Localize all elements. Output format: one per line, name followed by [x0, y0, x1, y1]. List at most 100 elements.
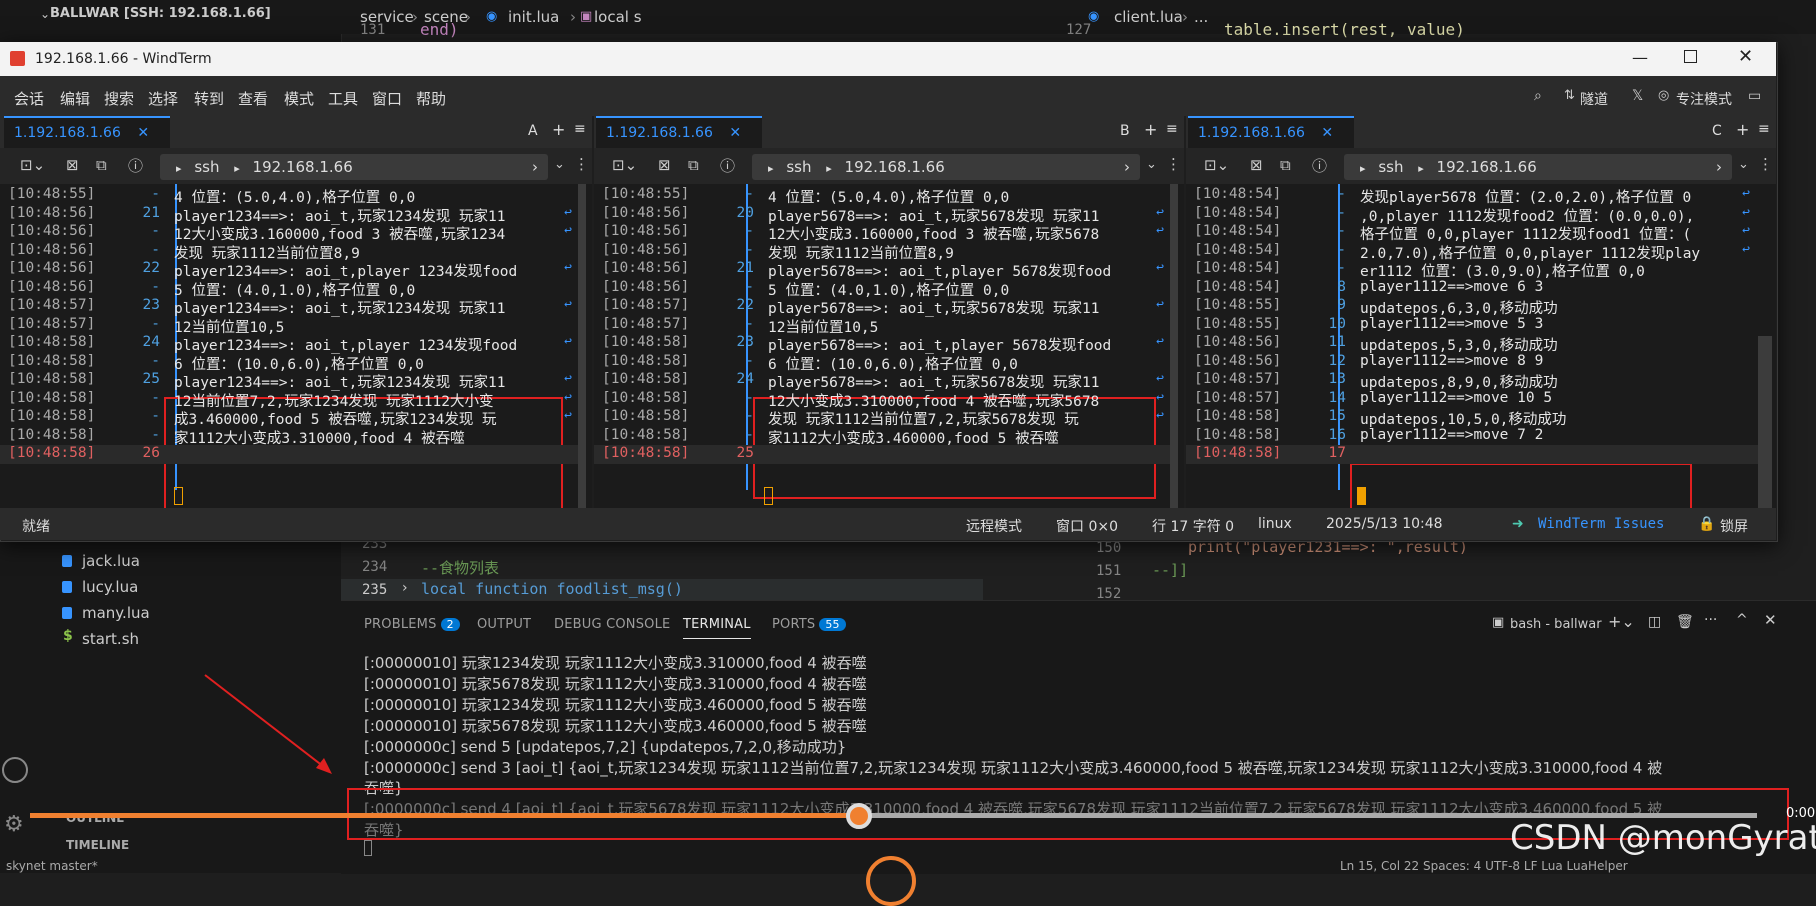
- explorer-title[interactable]: BALLWAR [SSH: 192.168.1.66]: [50, 6, 271, 21]
- line-number: -: [745, 278, 754, 295]
- terminal-name[interactable]: bash - ballwar: [1510, 617, 1602, 632]
- close-tab-icon[interactable]: ✕: [137, 125, 149, 141]
- menu-icon[interactable]: ≡: [574, 121, 586, 137]
- pane-b-tab[interactable]: 1.192.168.1.66 ✕: [596, 116, 762, 148]
- new-tab-icon[interactable]: +: [1736, 120, 1749, 139]
- chevron-right-icon[interactable]: ›: [532, 154, 538, 180]
- new-terminal-icon[interactable]: +⌄: [1608, 612, 1635, 631]
- more-vertical-icon[interactable]: ⋮: [1758, 155, 1773, 173]
- timestamp: [10:48:56]: [1194, 334, 1282, 350]
- play-ring-icon[interactable]: [866, 856, 916, 906]
- pane-a-tab[interactable]: 1.192.168.1.66 ✕: [4, 116, 170, 148]
- timeline-section[interactable]: TIMELINE: [66, 838, 129, 852]
- x-icon[interactable]: 𝕏: [1632, 88, 1643, 104]
- new-tab-icon[interactable]: +: [552, 120, 565, 139]
- address-bar[interactable]: ▸ ssh ▸ 192.168.1.66 ›: [160, 154, 548, 180]
- address-bar[interactable]: ▸ ssh ▸ 192.168.1.66 ›: [1344, 154, 1732, 180]
- focus-mode-button[interactable]: 专注模式: [1676, 89, 1732, 109]
- menu-select[interactable]: 选择: [148, 88, 178, 109]
- lock-screen-button[interactable]: 锁屏: [1720, 516, 1748, 536]
- menu-edit[interactable]: 编辑: [60, 88, 90, 109]
- terminal-line: [:0000000c] send 5 [updatepos,7,2] {upda…: [364, 738, 847, 756]
- address-bar[interactable]: ▸ ssh ▸ 192.168.1.66 ›: [752, 154, 1140, 180]
- tab-ports[interactable]: PORTS 55: [772, 617, 846, 632]
- pane-a-scrollbar[interactable]: [578, 184, 586, 508]
- windterm-logo-icon: [10, 51, 25, 66]
- menu-window[interactable]: 窗口: [372, 88, 402, 109]
- tab-debug-console[interactable]: DEBUG CONSOLE: [554, 617, 670, 632]
- menu-icon[interactable]: ≡: [1758, 121, 1770, 137]
- close-tab-icon[interactable]: ✕: [729, 125, 741, 141]
- menu-mode[interactable]: 模式: [284, 88, 314, 109]
- new-session-icon[interactable]: ⊡⌄: [20, 156, 45, 174]
- maximize-panel-icon[interactable]: ^: [1736, 612, 1748, 628]
- windterm-issues-link[interactable]: WindTerm Issues: [1538, 516, 1664, 532]
- split-terminal-icon[interactable]: ◫: [1648, 614, 1661, 630]
- close-icon[interactable]: ✕: [1738, 46, 1753, 67]
- more-vertical-icon[interactable]: ⋮: [574, 155, 589, 173]
- watermark: CSDN @monGyrate: [1510, 818, 1816, 858]
- tab-problems[interactable]: PROBLEMS 2: [364, 617, 460, 632]
- account-icon[interactable]: [2, 757, 28, 783]
- breadcrumb-separator: ›: [570, 8, 576, 26]
- menu-tools[interactable]: 工具: [328, 88, 358, 109]
- menu-search[interactable]: 搜索: [104, 88, 134, 109]
- gear-icon[interactable]: ⚙: [4, 812, 24, 837]
- status-mode[interactable]: 远程模式: [966, 516, 1022, 536]
- minimize-icon[interactable]: —: [1632, 48, 1648, 67]
- fold-chevron-icon[interactable]: ›: [402, 580, 408, 596]
- pane-c-scrollbar[interactable]: [1758, 336, 1772, 508]
- tab-output[interactable]: OUTPUT: [477, 617, 531, 632]
- maximize-icon[interactable]: [1684, 50, 1697, 63]
- trash-icon[interactable]: 🗑: [1676, 614, 1694, 630]
- menu-icon[interactable]: ≡: [1166, 121, 1178, 137]
- breadcrumb-right-file[interactable]: client.lua: [1114, 8, 1183, 26]
- layout-icon[interactable]: ▭: [1748, 88, 1761, 104]
- tab-terminal[interactable]: TERMINAL: [683, 617, 751, 639]
- more-icon[interactable]: ···: [1704, 612, 1717, 628]
- explorer-collapse-icon[interactable]: ⌄: [40, 7, 50, 21]
- chevron-right-icon[interactable]: ›: [1124, 154, 1130, 180]
- status-os[interactable]: linux: [1258, 516, 1292, 532]
- copy-icon[interactable]: ⧉: [1280, 156, 1291, 174]
- file-many-lua[interactable]: many.lua: [82, 604, 150, 622]
- breadcrumb-right-more[interactable]: ...: [1194, 8, 1208, 26]
- pane-b-scrollbar[interactable]: [1170, 184, 1178, 508]
- new-session-icon[interactable]: ⊡⌄: [1204, 156, 1229, 174]
- disconnect-icon[interactable]: ⊠: [658, 156, 671, 174]
- status-right[interactable]: Ln 15, Col 22 Spaces: 4 UTF-8 LF Lua Lua…: [1340, 859, 1628, 873]
- close-panel-icon[interactable]: ✕: [1764, 611, 1777, 629]
- breadcrumb-symbol[interactable]: local s: [594, 8, 642, 26]
- menu-view[interactable]: 查看: [238, 88, 268, 109]
- search-icon[interactable]: ⌕: [1534, 88, 1542, 104]
- status-window[interactable]: 窗口 0×0: [1056, 516, 1118, 536]
- disconnect-icon[interactable]: ⊠: [1250, 156, 1263, 174]
- chevron-down-icon[interactable]: ⌄: [1738, 157, 1749, 172]
- chevron-down-icon[interactable]: ⌄: [554, 157, 565, 172]
- file-jack-lua[interactable]: jack.lua: [82, 552, 140, 570]
- copy-icon[interactable]: ⧉: [688, 156, 699, 174]
- status-left[interactable]: skynet master*: [6, 859, 98, 873]
- tunnel-button[interactable]: 隧道: [1580, 89, 1608, 109]
- menu-session[interactable]: 会话: [14, 88, 44, 109]
- chevron-right-icon[interactable]: ›: [1716, 154, 1722, 180]
- status-cursor[interactable]: 行 17 字符 0: [1152, 516, 1234, 536]
- new-session-icon[interactable]: ⊡⌄: [612, 156, 637, 174]
- video-progress-handle[interactable]: [845, 803, 872, 829]
- close-tab-icon[interactable]: ✕: [1321, 125, 1333, 141]
- copy-icon[interactable]: ⧉: [96, 156, 107, 174]
- info-icon[interactable]: ⓘ: [720, 155, 735, 176]
- new-tab-icon[interactable]: +: [1144, 120, 1157, 139]
- menu-goto[interactable]: 转到: [194, 88, 224, 109]
- chevron-down-icon[interactable]: ⌄: [1146, 157, 1157, 172]
- info-icon[interactable]: ⓘ: [128, 155, 143, 176]
- file-start-sh[interactable]: start.sh: [82, 630, 139, 648]
- breadcrumb-file[interactable]: init.lua: [508, 8, 559, 26]
- menu-help[interactable]: 帮助: [416, 88, 446, 109]
- file-lucy-lua[interactable]: lucy.lua: [82, 578, 138, 596]
- disconnect-icon[interactable]: ⊠: [66, 156, 79, 174]
- more-vertical-icon[interactable]: ⋮: [1166, 155, 1181, 173]
- terminal-row: [10:48:58] 23 player5678==>: aoi_t,player …: [594, 334, 1170, 354]
- info-icon[interactable]: ⓘ: [1312, 155, 1327, 176]
- pane-c-tab[interactable]: 1.192.168.1.66 ✕: [1188, 116, 1354, 148]
